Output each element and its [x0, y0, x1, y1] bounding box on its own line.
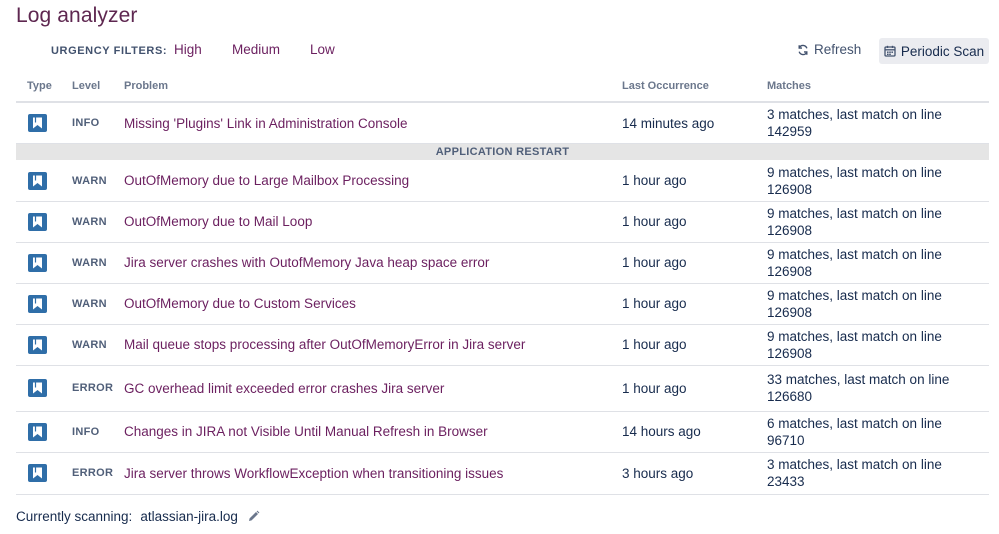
matches-summary: 9 matches, last match on line 126908 [767, 287, 942, 320]
knowledge-base-icon [28, 422, 47, 441]
table-row[interactable]: INFO Missing 'Plugins' Link in Administra… [16, 103, 989, 144]
column-header-problem: Problem [124, 80, 169, 92]
matches-summary: 9 matches, last match on line 126908 [767, 164, 942, 197]
problem-link[interactable]: Jira server throws WorkflowException whe… [124, 452, 503, 494]
level-badge: ERROR [72, 382, 114, 394]
filter-low[interactable]: Low [310, 42, 335, 57]
last-occurrence: 1 hour ago [622, 296, 687, 311]
table-row[interactable]: INFO Changes in JIRA not Visible Until Ma… [16, 411, 989, 453]
level-badge: INFO [72, 425, 100, 438]
problem-link[interactable]: Changes in JIRA not Visible Until Manual… [124, 411, 488, 452]
refresh-icon [797, 44, 809, 56]
level-badge: WARN [72, 174, 107, 187]
column-header-matches: Matches [767, 80, 812, 92]
urgency-filters-label: URGENCY FILTERS: [51, 45, 168, 57]
matches-summary: 33 matches, last match on line 126680 [767, 372, 950, 404]
table-row[interactable]: ERROR Jira server throws WorkflowExceptio… [16, 452, 989, 495]
problem-link[interactable]: OutOfMemory due to Mail Loop [124, 201, 312, 242]
matches-summary: 6 matches, last match on line 96710 [767, 415, 942, 448]
matches-summary: 3 matches, last match on line 23433 [767, 457, 942, 489]
table-row[interactable]: WARN Jira server crashes with OutofMemory… [16, 242, 989, 284]
table-row[interactable]: WARN OutOfMemory due to Mail Loop 1 hour a… [16, 201, 989, 243]
last-occurrence: 3 hours ago [622, 465, 694, 481]
pencil-icon[interactable] [247, 510, 260, 523]
calendar-icon [884, 45, 896, 57]
matches-summary: 9 matches, last match on line 126908 [767, 328, 942, 361]
level-badge: WARN [72, 297, 107, 310]
refresh-button[interactable]: Refresh [797, 42, 861, 57]
last-occurrence: 1 hour ago [622, 380, 687, 396]
last-occurrence: 1 hour ago [622, 214, 687, 229]
table-row[interactable]: WARN Mail queue stops processing after Ou… [16, 324, 989, 366]
problem-link[interactable]: Mail queue stops processing after OutOfM… [124, 324, 525, 365]
last-occurrence: 1 hour ago [622, 337, 687, 352]
level-badge: WARN [72, 256, 107, 269]
column-header-last-occurrence: Last Occurrence [622, 80, 709, 92]
knowledge-base-icon [28, 335, 47, 354]
table-row[interactable]: ERROR GC overhead limit exceeded error cr… [16, 365, 989, 412]
knowledge-base-icon [28, 114, 47, 132]
refresh-label: Refresh [814, 42, 862, 57]
last-occurrence: 1 hour ago [622, 255, 687, 270]
level-badge: INFO [72, 117, 100, 129]
scan-status: Currently scanning: atlassian-jira.log [16, 509, 260, 524]
periodic-scan-label: Periodic Scan [900, 43, 985, 59]
problem-link[interactable]: GC overhead limit exceeded error crashes… [124, 365, 444, 411]
knowledge-base-icon [28, 171, 47, 190]
last-occurrence: 1 hour ago [622, 173, 687, 188]
last-occurrence: 14 hours ago [622, 424, 701, 439]
table-row[interactable]: WARN OutOfMemory due to Custom Services 1 … [16, 283, 989, 325]
level-badge: ERROR [72, 467, 114, 479]
page-title: Log analyzer [16, 4, 138, 27]
problem-link[interactable]: Jira server crashes with OutofMemory Jav… [124, 242, 489, 283]
column-header-level: Level [72, 80, 101, 92]
column-header-type: Type [27, 80, 52, 92]
knowledge-base-icon [28, 379, 47, 397]
knowledge-base-icon [28, 212, 47, 231]
group-header-application-restart: APPLICATION RESTART [16, 144, 989, 160]
matches-summary: 9 matches, last match on line 126908 [767, 205, 942, 238]
knowledge-base-icon [28, 294, 47, 313]
scanned-file-name: atlassian-jira.log [140, 509, 238, 524]
level-badge: WARN [72, 338, 107, 351]
table-row[interactable]: WARN OutOfMemory due to Large Mailbox Pro… [16, 160, 989, 202]
filter-high[interactable]: High [174, 42, 202, 57]
matches-summary: 3 matches, last match on line 142959 [767, 107, 942, 139]
filter-medium[interactable]: Medium [232, 42, 280, 57]
problem-link[interactable]: Missing 'Plugins' Link in Administration… [124, 103, 408, 143]
matches-summary: 9 matches, last match on line 126908 [767, 246, 942, 279]
problem-link[interactable]: OutOfMemory due to Large Mailbox Process… [124, 160, 409, 201]
problem-link[interactable]: OutOfMemory due to Custom Services [124, 283, 356, 324]
currently-scanning-label: Currently scanning: [16, 509, 133, 524]
knowledge-base-icon [28, 253, 47, 272]
last-occurrence: 14 minutes ago [622, 115, 715, 131]
periodic-scan-button[interactable]: Periodic Scan [879, 38, 989, 64]
level-badge: WARN [72, 215, 107, 228]
knowledge-base-icon [28, 464, 47, 482]
